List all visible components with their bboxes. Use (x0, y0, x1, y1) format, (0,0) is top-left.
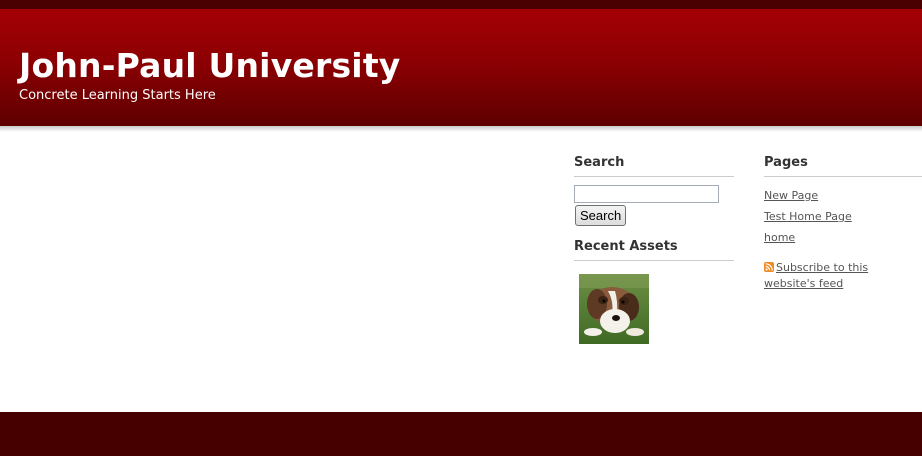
site-footer (0, 412, 922, 456)
site-title[interactable]: John-Paul University (19, 46, 401, 86)
header-shadow (0, 126, 922, 132)
page-link-home[interactable]: home (764, 231, 795, 244)
rss-icon[interactable] (764, 262, 774, 272)
puppy-thumbnail[interactable] (579, 274, 649, 344)
top-strip (0, 0, 922, 9)
search-input[interactable] (574, 185, 719, 203)
site-header: John-Paul University Concrete Learning S… (0, 9, 922, 126)
subscribe-feed-link[interactable]: Subscribe to this website's feed (764, 261, 868, 290)
search-sidebar: Search Search Recent Assets (574, 155, 734, 344)
pages-heading: Pages (764, 155, 922, 177)
site-tagline: Concrete Learning Starts Here (19, 88, 216, 103)
list-item: home (764, 227, 922, 248)
search-heading: Search (574, 155, 734, 177)
list-item: New Page (764, 185, 922, 206)
list-item: Test Home Page (764, 206, 922, 227)
feed-subscribe: Subscribe to this website's feed (764, 260, 922, 292)
recent-assets-heading: Recent Assets (574, 239, 734, 261)
pages-sidebar: Pages New Page Test Home Page home Subsc… (764, 155, 922, 292)
page-link-new-page[interactable]: New Page (764, 189, 818, 202)
pages-list: New Page Test Home Page home (764, 185, 922, 248)
search-button[interactable]: Search (575, 205, 627, 226)
page-link-test-home-page[interactable]: Test Home Page (764, 210, 852, 223)
